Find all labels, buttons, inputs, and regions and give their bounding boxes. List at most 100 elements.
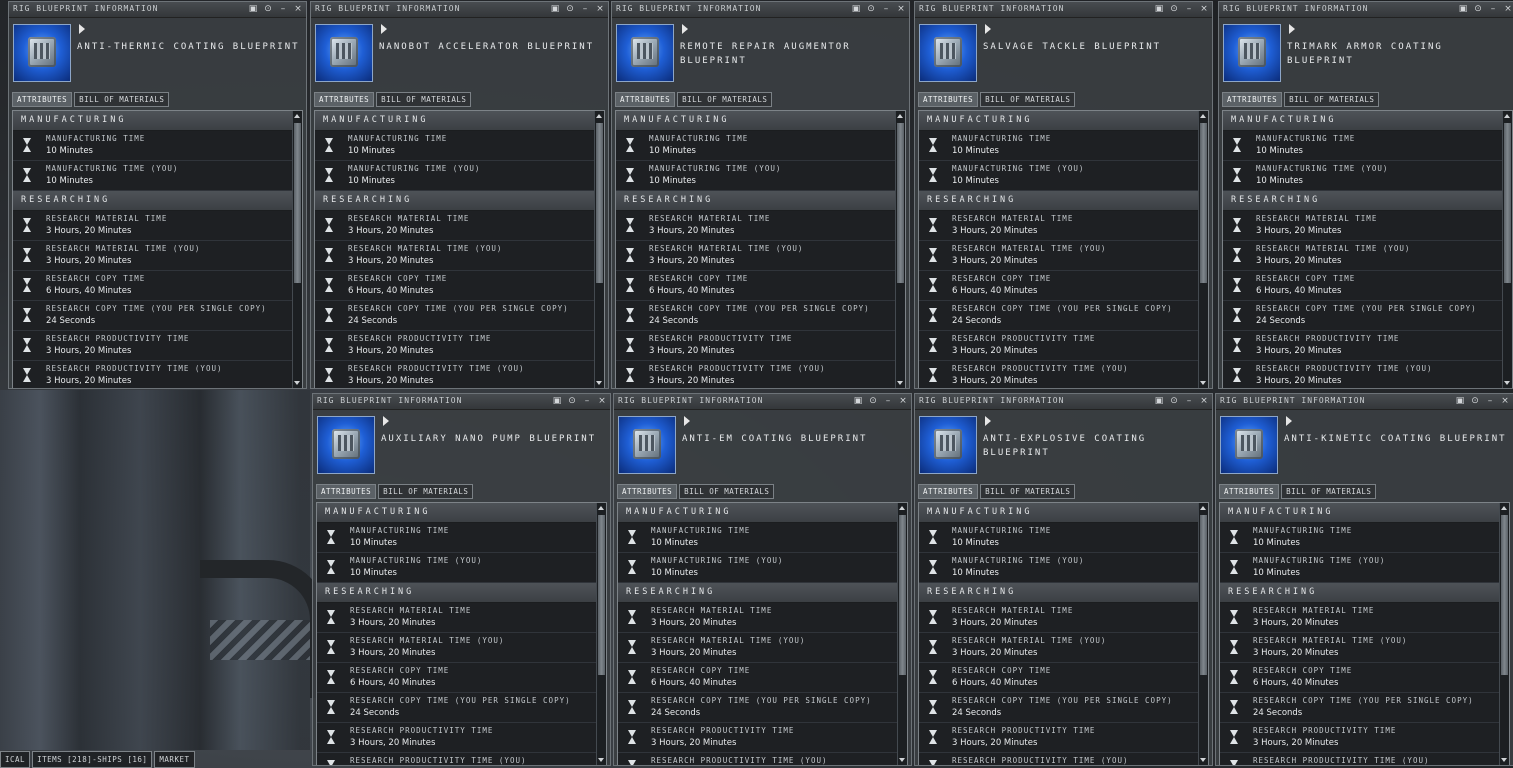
expand-arrow-icon[interactable]: [381, 24, 387, 34]
tab-bill-of-materials[interactable]: BILL OF MATERIALS: [679, 484, 775, 499]
scroll-up-icon[interactable]: [897, 114, 903, 118]
scroll-up-icon[interactable]: [1200, 114, 1206, 118]
tab-bill-of-materials[interactable]: BILL OF MATERIALS: [980, 484, 1076, 499]
scroll-down-icon[interactable]: [899, 758, 905, 762]
expand-arrow-icon[interactable]: [684, 416, 690, 426]
scrollbar[interactable]: [897, 503, 907, 765]
scroll-up-icon[interactable]: [598, 506, 604, 510]
pin-icon[interactable]: ▣: [1153, 3, 1165, 15]
expand-arrow-icon[interactable]: [1289, 24, 1295, 34]
settings-icon[interactable]: ⊙: [867, 395, 879, 407]
close-icon[interactable]: ×: [596, 395, 608, 407]
tab-bill-of-materials[interactable]: BILL OF MATERIALS: [378, 484, 474, 499]
minimize-icon[interactable]: –: [1487, 3, 1499, 15]
settings-icon[interactable]: ⊙: [1469, 395, 1481, 407]
settings-icon[interactable]: ⊙: [1472, 3, 1484, 15]
scroll-down-icon[interactable]: [1200, 758, 1206, 762]
window-titlebar[interactable]: RIG BLUEPRINT INFORMATION ▣ ⊙ – ×: [915, 2, 1212, 18]
tab-attributes[interactable]: ATTRIBUTES: [12, 92, 73, 107]
scrollbar[interactable]: [1502, 111, 1512, 388]
close-icon[interactable]: ×: [1499, 395, 1511, 407]
pin-icon[interactable]: ▣: [852, 395, 864, 407]
minimize-icon[interactable]: –: [1183, 3, 1195, 15]
tab-bill-of-materials[interactable]: BILL OF MATERIALS: [74, 92, 170, 107]
scroll-thumb[interactable]: [899, 515, 906, 675]
expand-arrow-icon[interactable]: [985, 24, 991, 34]
close-icon[interactable]: ×: [1198, 3, 1210, 15]
scroll-down-icon[interactable]: [897, 381, 903, 385]
close-icon[interactable]: ×: [1502, 3, 1513, 15]
scrollbar[interactable]: [895, 111, 905, 388]
tab-attributes[interactable]: ATTRIBUTES: [314, 92, 375, 107]
scroll-up-icon[interactable]: [1501, 506, 1507, 510]
minimize-icon[interactable]: –: [581, 395, 593, 407]
scroll-thumb[interactable]: [1501, 515, 1508, 675]
tab-attributes[interactable]: ATTRIBUTES: [918, 92, 979, 107]
tab-bill-of-materials[interactable]: BILL OF MATERIALS: [376, 92, 472, 107]
settings-icon[interactable]: ⊙: [1168, 3, 1180, 15]
scroll-thumb[interactable]: [294, 123, 301, 283]
scrollbar[interactable]: [1198, 111, 1208, 388]
window-titlebar[interactable]: RIG BLUEPRINT INFORMATION ▣ ⊙ – ×: [612, 2, 909, 18]
tab-attributes[interactable]: ATTRIBUTES: [918, 484, 979, 499]
close-icon[interactable]: ×: [1198, 395, 1210, 407]
blueprint-icon[interactable]: [919, 416, 977, 474]
taskbar-item-ical[interactable]: ICAL: [0, 751, 31, 768]
tab-bill-of-materials[interactable]: BILL OF MATERIALS: [677, 92, 773, 107]
scroll-down-icon[interactable]: [294, 381, 300, 385]
window-titlebar[interactable]: RIG BLUEPRINT INFORMATION ▣ ⊙ – ×: [313, 394, 610, 410]
taskbar-item-items-ships[interactable]: ITEMS [218]-SHIPS [16]: [32, 751, 153, 768]
minimize-icon[interactable]: –: [277, 3, 289, 15]
tab-attributes[interactable]: ATTRIBUTES: [1219, 484, 1280, 499]
window-titlebar[interactable]: RIG BLUEPRINT INFORMATION ▣ ⊙ – ×: [915, 394, 1212, 410]
pin-icon[interactable]: ▣: [850, 3, 862, 15]
expand-arrow-icon[interactable]: [985, 416, 991, 426]
scroll-thumb[interactable]: [897, 123, 904, 283]
scroll-up-icon[interactable]: [1200, 506, 1206, 510]
minimize-icon[interactable]: –: [882, 395, 894, 407]
scroll-down-icon[interactable]: [1200, 381, 1206, 385]
close-icon[interactable]: ×: [895, 3, 907, 15]
scroll-up-icon[interactable]: [596, 114, 602, 118]
pin-icon[interactable]: ▣: [549, 3, 561, 15]
minimize-icon[interactable]: –: [1484, 395, 1496, 407]
minimize-icon[interactable]: –: [1183, 395, 1195, 407]
close-icon[interactable]: ×: [292, 3, 304, 15]
scroll-down-icon[interactable]: [1504, 381, 1510, 385]
scroll-up-icon[interactable]: [1504, 114, 1510, 118]
tab-attributes[interactable]: ATTRIBUTES: [617, 484, 678, 499]
blueprint-icon[interactable]: [13, 24, 71, 82]
tab-bill-of-materials[interactable]: BILL OF MATERIALS: [1281, 484, 1377, 499]
blueprint-icon[interactable]: [1220, 416, 1278, 474]
scroll-thumb[interactable]: [598, 515, 605, 675]
settings-icon[interactable]: ⊙: [1168, 395, 1180, 407]
pin-icon[interactable]: ▣: [1457, 3, 1469, 15]
blueprint-icon[interactable]: [618, 416, 676, 474]
window-titlebar[interactable]: RIG BLUEPRINT INFORMATION ▣ ⊙ – ×: [1216, 394, 1513, 410]
blueprint-icon[interactable]: [317, 416, 375, 474]
scroll-thumb[interactable]: [1504, 123, 1511, 283]
pin-icon[interactable]: ▣: [247, 3, 259, 15]
blueprint-icon[interactable]: [919, 24, 977, 82]
settings-icon[interactable]: ⊙: [564, 3, 576, 15]
window-titlebar[interactable]: RIG BLUEPRINT INFORMATION ▣ ⊙ – ×: [614, 394, 911, 410]
pin-icon[interactable]: ▣: [1454, 395, 1466, 407]
taskbar-item-market[interactable]: MARKET: [154, 751, 195, 768]
tab-attributes[interactable]: ATTRIBUTES: [316, 484, 377, 499]
minimize-icon[interactable]: –: [880, 3, 892, 15]
expand-arrow-icon[interactable]: [383, 416, 389, 426]
scrollbar[interactable]: [1198, 503, 1208, 765]
scroll-thumb[interactable]: [1200, 515, 1207, 675]
scroll-down-icon[interactable]: [1501, 758, 1507, 762]
pin-icon[interactable]: ▣: [1153, 395, 1165, 407]
minimize-icon[interactable]: –: [579, 3, 591, 15]
settings-icon[interactable]: ⊙: [865, 3, 877, 15]
scrollbar[interactable]: [292, 111, 302, 388]
close-icon[interactable]: ×: [897, 395, 909, 407]
window-titlebar[interactable]: RIG BLUEPRINT INFORMATION ▣ ⊙ – ×: [9, 2, 306, 18]
scrollbar[interactable]: [596, 503, 606, 765]
scroll-thumb[interactable]: [1200, 123, 1207, 283]
window-titlebar[interactable]: RIG BLUEPRINT INFORMATION ▣ ⊙ – ×: [311, 2, 608, 18]
expand-arrow-icon[interactable]: [682, 24, 688, 34]
blueprint-icon[interactable]: [1223, 24, 1281, 82]
